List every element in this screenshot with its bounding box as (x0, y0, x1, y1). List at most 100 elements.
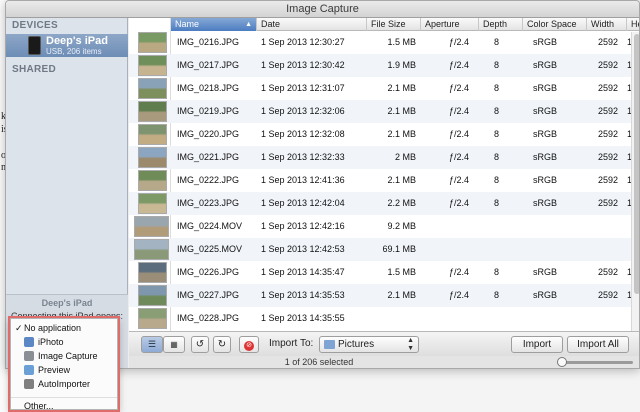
table-row[interactable]: IMG_0217.JPG 1 Sep 2013 12:30:42 1.9 MB ƒ/2… (129, 54, 639, 77)
menu-item-no-application[interactable]: ✓ No application (11, 321, 117, 335)
import-all-button[interactable]: Import All (567, 336, 629, 353)
table-row[interactable]: IMG_0218.JPG 1 Sep 2013 12:31:07 2.1 MB ƒ/2… (129, 77, 639, 100)
cell-color-space: sRGB (532, 60, 557, 70)
cell-color-space: sRGB (532, 37, 557, 47)
cell-name: IMG_0224.MOV (177, 221, 243, 231)
cell-aperture: ƒ/2.4 (448, 198, 469, 208)
devices-heading: DEVICES (12, 20, 59, 31)
table-row[interactable]: IMG_0219.JPG 1 Sep 2013 12:32:06 2.1 MB ƒ/2… (129, 100, 639, 123)
photo-thumbnail[interactable] (138, 193, 167, 214)
list-view-icon: ☰ (147, 339, 157, 349)
menu-item-other[interactable]: Other... (11, 399, 117, 412)
cell-color-space: sRGB (532, 267, 557, 277)
file-browser: Name ▲ Date File Size Aperture Depth Col… (129, 18, 639, 368)
menu-item-label: iPhoto (38, 337, 64, 347)
column-header-height[interactable]: Heig (627, 18, 639, 31)
icon-view-button[interactable]: ▦ (163, 336, 185, 353)
cell-date: 1 Sep 2013 14:35:53 (261, 290, 345, 300)
menu-item-autoimporter[interactable]: AutoImporter (11, 377, 117, 391)
photo-thumbnail[interactable] (138, 308, 167, 329)
photo-thumbnail[interactable] (138, 262, 167, 283)
table-row[interactable]: IMG_0223.JPG 1 Sep 2013 12:42:04 2.2 MB ƒ/2… (129, 192, 639, 215)
menu-item-preview[interactable]: Preview (11, 363, 117, 377)
cell-color-space: sRGB (532, 83, 557, 93)
table-header: Name ▲ Date File Size Aperture Depth Col… (171, 18, 639, 31)
table-row[interactable]: IMG_0226.JPG 1 Sep 2013 14:35:47 1.5 MB ƒ/2… (129, 261, 639, 284)
cell-file-size: 1.9 MB (387, 60, 416, 70)
thumbnail-size-slider[interactable] (563, 361, 633, 364)
footer-device-name: Deep's iPad (41, 298, 93, 308)
photo-thumbnail[interactable] (138, 285, 167, 306)
rotate-left-button[interactable]: ↺ (191, 336, 209, 353)
column-header-file-size[interactable]: File Size (367, 18, 421, 31)
cell-date: 1 Sep 2013 12:42:04 (261, 198, 345, 208)
list-view-button[interactable]: ☰ (141, 336, 163, 353)
table-row[interactable]: IMG_0220.JPG 1 Sep 2013 12:32:08 2.1 MB ƒ/2… (129, 123, 639, 146)
photo-thumbnail[interactable] (138, 32, 167, 53)
table-row[interactable]: IMG_0228.JPG 1 Sep 2013 14:35:55 (129, 307, 639, 330)
cell-file-size: 9.2 MB (387, 221, 416, 231)
rotate-right-icon: ↻ (217, 339, 227, 350)
cell-depth (479, 307, 499, 330)
column-header-width[interactable]: Width (587, 18, 627, 31)
cell-name: IMG_0220.JPG (177, 129, 240, 139)
photo-thumbnail[interactable] (134, 239, 169, 260)
table-row[interactable]: IMG_0227.JPG 1 Sep 2013 14:35:53 2.1 MB ƒ/2… (129, 284, 639, 307)
window-title[interactable]: Image Capture (6, 1, 639, 18)
cell-date: 1 Sep 2013 12:32:06 (261, 106, 345, 116)
import-destination-popup[interactable]: Pictures ▲ ▼ (319, 336, 419, 353)
bottom-toolbar: ☰ ▦ ↺ ↻ ⊘ Import To: Pictures ▲ ▼ Import… (129, 331, 639, 356)
cell-depth: 8 (493, 129, 499, 139)
cell-aperture (421, 215, 469, 238)
menu-item-iphoto[interactable]: iPhoto (11, 335, 117, 349)
cell-name: IMG_0227.JPG (177, 290, 240, 300)
cell-date: 1 Sep 2013 12:30:42 (261, 60, 345, 70)
menu-item-label: No application (24, 323, 82, 333)
cell-depth: 8 (493, 37, 499, 47)
photo-thumbnail[interactable] (138, 147, 167, 168)
photo-thumbnail[interactable] (134, 216, 169, 237)
column-header-date[interactable]: Date (257, 18, 367, 31)
vertical-scrollbar[interactable] (631, 32, 639, 331)
photo-thumbnail[interactable] (138, 55, 167, 76)
column-header-aperture[interactable]: Aperture (421, 18, 479, 31)
delete-button[interactable]: ⊘ (239, 336, 259, 353)
cell-aperture: ƒ/2.4 (448, 152, 469, 162)
cell-width: 2592 (597, 267, 618, 277)
screen: ke is ore ns Image Capture DEVICES Deep'… (0, 0, 640, 412)
photo-thumbnail[interactable] (138, 124, 167, 145)
table-row[interactable]: IMG_0221.JPG 1 Sep 2013 12:32:33 2 MB ƒ/2.4… (129, 146, 639, 169)
cell-aperture: ƒ/2.4 (448, 290, 469, 300)
image-capture-window: Image Capture DEVICES Deep's iPad USB, 2… (5, 0, 640, 369)
cell-date: 1 Sep 2013 12:42:16 (261, 221, 345, 231)
destination-label: Pictures (338, 339, 375, 350)
photo-thumbnail[interactable] (138, 78, 167, 99)
table-row[interactable]: IMG_0224.MOV 1 Sep 2013 12:42:16 9.2 MB (129, 215, 639, 238)
device-name: Deep's iPad (46, 35, 108, 47)
device-subtitle: USB, 206 items (46, 47, 102, 56)
device-item-ipad[interactable]: Deep's iPad USB, 206 items (6, 34, 128, 57)
table-row[interactable]: IMG_0225.MOV 1 Sep 2013 12:42:53 69.1 MB (129, 238, 639, 261)
import-button[interactable]: Import (511, 336, 563, 353)
cell-file-size: 2.2 MB (387, 198, 416, 208)
cell-width: 2592 (597, 37, 618, 47)
column-header-color-space[interactable]: Color Space (523, 18, 587, 31)
table-row[interactable]: IMG_0222.JPG 1 Sep 2013 12:41:36 2.1 MB ƒ/2… (129, 169, 639, 192)
cell-date: 1 Sep 2013 12:32:08 (261, 129, 345, 139)
photo-thumbnail[interactable] (138, 101, 167, 122)
scroll-thumb[interactable] (634, 34, 639, 294)
photo-thumbnail[interactable] (138, 170, 167, 191)
cell-width: 2592 (597, 290, 618, 300)
cell-aperture: ƒ/2.4 (448, 60, 469, 70)
cell-aperture: ƒ/2.4 (448, 106, 469, 116)
cell-width (575, 238, 618, 261)
slider-knob[interactable] (557, 357, 567, 367)
table-row[interactable]: IMG_0216.JPG 1 Sep 2013 12:30:27 1.5 MB ƒ/2… (129, 31, 639, 54)
menu-item-image-capture[interactable]: Image Capture (11, 349, 117, 363)
column-header-depth[interactable]: Depth (479, 18, 523, 31)
rotate-right-button[interactable]: ↻ (213, 336, 231, 353)
ipad-icon (28, 36, 41, 55)
cell-color-space: sRGB (532, 106, 557, 116)
column-header-name[interactable]: Name ▲ (171, 18, 257, 31)
cell-file-size: 69.1 MB (382, 244, 416, 254)
